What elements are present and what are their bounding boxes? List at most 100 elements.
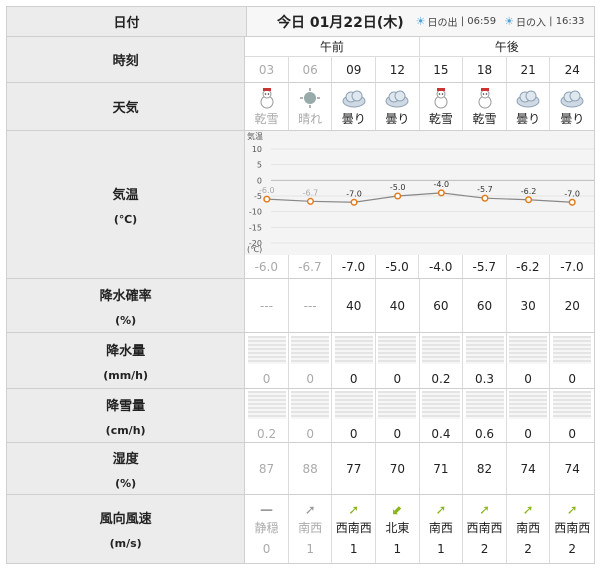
humidity-row: 湿度 (%) 87 88 77 70 71 82 74 74 [7,443,594,495]
hour-cell: 21 [507,57,551,82]
precip-cell: 0 [332,333,377,388]
arrow-southwest-icon: ➚ [522,502,534,518]
precip-prob-value-cell: 20 [564,298,580,313]
temp-chart: 10 5 0 -5 -10 -15 -20 気温 (℃) -6.0 -6.7 -7.0 -5.0 -4.0… [245,131,594,255]
snow-bar [334,390,373,419]
precip-value: 0 [524,371,532,386]
precip-label: 降水量 (mm/h) [7,333,246,388]
wind-dir: 南西 [428,520,453,535]
temp-point [350,198,358,206]
cloud-icon [560,90,584,107]
am-label: 午前 [245,37,420,56]
precip-prob-value-cell: --- [245,279,289,332]
precip-value: 0.2 [431,371,451,386]
hour-cell: 18 [463,57,507,82]
temp-data-label: -5.7 [477,185,493,194]
pm-label: 午後 [494,40,519,54]
wind-cell: ➚ 西南西 2 [550,495,594,563]
weather-icon-wrap [559,87,585,109]
snow-cell: 0.4 [420,389,464,442]
precip-cell: 0 [289,333,333,388]
weather-label: 天気 [7,83,246,130]
weather-icon-wrap [515,87,541,109]
cloud-icon [516,90,540,107]
sun-icon [300,87,321,108]
wind-speed: 1 [437,541,445,556]
precip-bar [465,335,504,364]
y-tick-label: 5 [257,161,262,170]
snow-bar [465,390,504,419]
hour-cell: 15 [420,57,464,82]
humidity-value-cell: 87 [245,443,289,494]
precip-bar [421,335,460,364]
temp-data-label: -4.0 [434,180,450,189]
precip-value: 0 [262,371,271,386]
humidity-value-cell: 71 [420,443,464,494]
precip-prob-value-cell: 60 [463,279,507,332]
date-label: 日付 [7,7,247,36]
y-tick-label: -10 [249,208,262,217]
weather-icon-wrap [341,87,367,109]
temp-label: 気温 (℃) [7,131,245,278]
temp-row: 気温 (℃) 10 5 0 -5 -10 -15 -20 気温 (℃) -6.0 -6.7 -7.0 -5… [7,131,594,279]
precip-bar [553,335,592,364]
precip-value: 0 [568,371,577,386]
temp-value-cell: -5.0 [376,255,420,278]
weather-cell: 曇り [550,83,594,130]
precip-cell: 0 [507,333,551,388]
snow-cell: 0 [507,389,551,442]
temp-data-label: -6.7 [303,188,319,197]
temp-data-label: -7.0 [346,189,362,198]
snow-label: 降雪量 (cm/h) [7,389,246,442]
weather-icon-wrap [297,87,323,109]
temp-point [437,189,445,197]
wind-cell: — 静穏 0 [245,495,289,563]
date-row: 日付 今日 01月22日(木) ☀ 日の出 | 06:59 ☀ 日の入 | 16:3… [7,7,594,37]
wind-label: 風向風速 (m/s) [7,495,246,563]
arrow-southwest-icon: ➚ [435,502,447,518]
snow-bar [421,390,460,419]
weather-icon-wrap [472,87,498,109]
humidity-value-cell: 77 [332,443,377,494]
snow-value: 0 [306,426,314,441]
temp-value-cell: -6.2 [507,255,551,278]
sunrise: ☀ 日の出 | 06:59 [415,15,497,29]
wind-cell: ➚ 南西 2 [507,495,551,563]
precip-cell: 0.2 [420,333,464,388]
weather-text: 乾雪 [254,111,279,126]
humidity-value-cell: 74 [564,461,580,476]
weather-text: 曇り [560,111,585,126]
sunset: ☀ 日の入 | 16:33 [504,15,585,29]
wind-row: 風向風速 (m/s) — 静穏 0 ➚ 南西 1 ➚ 西南西 1 ⬋ 北東 1 ➚ 南西 1 ➚ 西南西 2 ➚ 南西 2… [7,495,594,563]
wind-speed: 2 [568,541,577,556]
sunset-icon: ☀ [504,15,514,28]
precip-value: 0 [349,371,358,386]
snowman-icon [478,87,492,108]
wind-speed: 1 [393,541,402,556]
precip-cell: 0 [245,333,289,388]
y-tick-label: 0 [257,176,262,185]
weather-icon-wrap [384,87,410,109]
precip-prob-value-cell: --- [289,279,333,332]
weather-text: 曇り [385,111,410,126]
snow-row: 降雪量 (cm/h) 0.2 0 0 0 0.4 0.6 0 0 [7,389,594,443]
precip-prob-value-cell: 60 [420,279,464,332]
snow-bar [378,390,417,419]
weather-cell: 曇り [376,83,420,130]
precip-prob-value-cell: 40 [332,279,377,332]
precip-bar [378,335,417,364]
temp-value-cell: -6.0 [245,255,289,278]
wind-dir: 北東 [385,520,410,535]
weather-text: 曇り [516,111,541,126]
weather-cell: 乾雪 [420,83,464,130]
wind-speed: 2 [524,541,532,556]
wind-dir: 南西 [298,520,323,535]
humidity-value-cell: 82 [463,443,507,494]
date-bar: 今日 01月22日(木) ☀ 日の出 | 06:59 ☀ 日の入 | 16:33 [247,7,594,36]
precip-value: 0.3 [474,371,495,386]
y-tick-label: -15 [249,223,262,232]
precip-value: 0 [306,371,314,386]
precip-bar [334,335,373,364]
snow-value: 0.2 [257,426,277,441]
snow-cell: 0.6 [463,389,507,442]
